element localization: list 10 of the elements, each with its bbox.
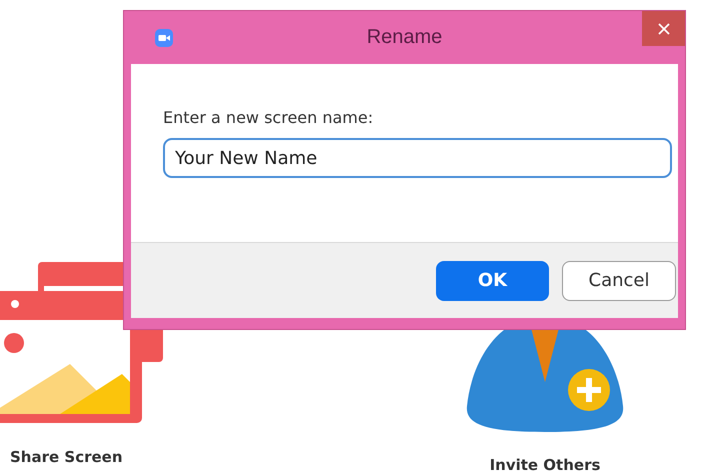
- window-title: Rename: [366, 26, 444, 49]
- video-camera-icon: [155, 28, 173, 46]
- cancel-button[interactable]: Cancel: [562, 260, 676, 300]
- close-icon: [658, 22, 670, 34]
- close-button[interactable]: [642, 11, 685, 46]
- action-label: Invite Others: [490, 456, 600, 472]
- action-label: Share Screen: [10, 448, 123, 466]
- prompt-label: Enter a new screen name:: [163, 108, 374, 127]
- name-field[interactable]: Your New Name: [163, 138, 672, 178]
- ok-button[interactable]: OK: [436, 260, 549, 300]
